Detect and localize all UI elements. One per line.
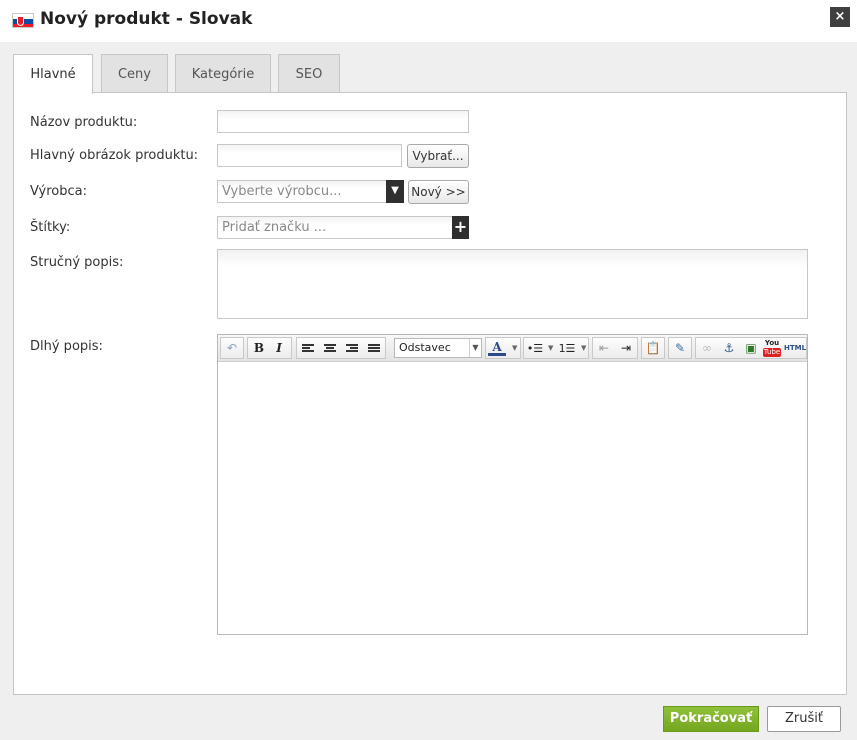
alignment-group — [296, 337, 386, 359]
slovak-flag-icon — [12, 13, 34, 28]
short-description-label: Stručný popis: — [30, 255, 124, 270]
product-name-label: Názov produktu: — [30, 115, 138, 130]
undo-icon[interactable]: ↶ — [223, 340, 241, 357]
edit-group: ✎ — [668, 337, 692, 359]
manufacturer-label: Výrobca: — [30, 184, 87, 199]
anchor-icon[interactable]: ⚓ — [720, 340, 738, 357]
choose-image-button[interactable]: Vybrať... — [407, 144, 469, 168]
long-description-editor-area[interactable] — [218, 363, 807, 634]
tags-label: Štítky: — [30, 220, 71, 235]
tab-seo[interactable]: SEO — [278, 54, 340, 93]
italic-icon[interactable]: I — [270, 340, 288, 357]
align-center-icon[interactable] — [321, 340, 339, 357]
align-justify-icon[interactable] — [365, 340, 383, 357]
align-right-icon[interactable] — [343, 340, 361, 357]
paste-group: 📋 — [641, 337, 665, 359]
indent-group: ⇤ ⇥ — [592, 337, 638, 359]
continue-button[interactable]: Pokračovať — [663, 706, 759, 732]
chevron-down-icon[interactable]: ▼ — [581, 344, 586, 352]
product-name-input[interactable] — [217, 110, 469, 133]
html-icon[interactable]: HTML — [784, 340, 806, 357]
chevron-down-icon[interactable]: ▼ — [386, 180, 404, 203]
new-manufacturer-button[interactable]: Nový >> — [408, 180, 469, 204]
close-button[interactable]: × — [830, 7, 850, 27]
numbered-list-icon[interactable]: 1☰ — [558, 340, 576, 357]
cancel-button[interactable]: Zrušiť — [767, 706, 841, 732]
link-icon[interactable]: ∞ — [698, 340, 716, 357]
tags-input[interactable]: Pridať značku ... — [217, 216, 453, 239]
text-color-group: A ▼ — [485, 337, 521, 359]
tab-ceny[interactable]: Ceny — [101, 54, 168, 93]
short-description-textarea[interactable] — [217, 249, 808, 319]
align-left-icon[interactable] — [299, 340, 317, 357]
chevron-down-icon[interactable]: ▼ — [512, 344, 517, 352]
chevron-down-icon: ▼ — [469, 339, 481, 357]
bold-icon[interactable]: B — [250, 340, 268, 357]
outdent-icon[interactable]: ⇤ — [595, 340, 613, 357]
text-color-icon[interactable]: A — [488, 340, 506, 356]
manufacturer-select[interactable]: Vyberte výrobcu... — [217, 180, 387, 203]
editor-toolbar: ↶ B I Odstavec ▼ A ▼ •☰ ▼ 1☰ ▼ ⇤ ⇥ 📋 ✎ ∞… — [218, 335, 807, 362]
undo-group: ↶ — [220, 337, 244, 359]
chevron-down-icon[interactable]: ▼ — [548, 344, 553, 352]
main-panel: Názov produktu: Hlavný obrázok produktu:… — [13, 92, 847, 695]
tab-hlavne[interactable]: Hlavné — [13, 54, 93, 94]
add-tag-plus-icon[interactable]: + — [452, 216, 469, 239]
long-description-label: Dlhý popis: — [30, 339, 103, 354]
indent-icon[interactable]: ⇥ — [617, 340, 635, 357]
main-image-input[interactable] — [217, 144, 402, 167]
paragraph-format-value: Odstavec — [399, 341, 451, 354]
edit-source-icon[interactable]: ✎ — [671, 340, 689, 357]
paragraph-format-select[interactable]: Odstavec ▼ — [394, 338, 482, 358]
list-group: •☰ ▼ 1☰ ▼ — [523, 337, 589, 359]
format-group: B I — [247, 337, 292, 359]
paste-word-icon[interactable]: 📋 — [644, 340, 662, 357]
main-image-label: Hlavný obrázok produktu: — [30, 148, 199, 163]
tab-kategorie[interactable]: Kategórie — [175, 54, 271, 93]
insert-group: ∞ ⚓ ▣ You Tube HTML — [695, 337, 807, 359]
image-icon[interactable]: ▣ — [742, 340, 760, 357]
dialog-titlebar: Nový produkt - Slovak × — [0, 0, 857, 42]
dialog-title: Nový produkt - Slovak — [40, 9, 253, 29]
youtube-icon[interactable]: You Tube — [763, 339, 781, 358]
bullet-list-icon[interactable]: •☰ — [526, 340, 544, 357]
rich-text-editor: ↶ B I Odstavec ▼ A ▼ •☰ ▼ 1☰ ▼ ⇤ ⇥ 📋 ✎ ∞… — [217, 334, 808, 635]
